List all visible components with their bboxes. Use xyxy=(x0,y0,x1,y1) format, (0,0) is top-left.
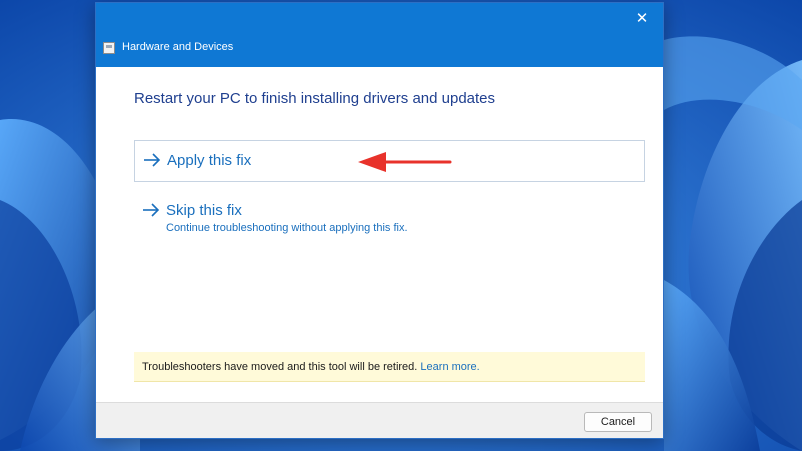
apply-fix-label: Apply this fix xyxy=(167,152,252,169)
title-bar[interactable]: Hardware and Devices ✕ xyxy=(96,3,663,67)
dialog-footer: Cancel xyxy=(96,402,663,438)
troubleshooter-dialog: Hardware and Devices ✕ Restart your PC t… xyxy=(95,2,664,439)
skip-fix-description: Continue troubleshooting without applyin… xyxy=(166,222,408,234)
retirement-notice: Troubleshooters have moved and this tool… xyxy=(134,352,645,382)
notice-text-wrapper: Troubleshooters have moved and this tool… xyxy=(142,361,480,373)
red-pointer-arrow-icon xyxy=(358,152,452,172)
arrow-right-icon xyxy=(144,153,161,167)
notice-message: Troubleshooters have moved and this tool… xyxy=(142,361,418,373)
skip-fix-label: Skip this fix xyxy=(166,202,242,219)
skip-fix-option[interactable]: Skip this fix Continue troubleshooting w… xyxy=(134,197,645,239)
learn-more-link[interactable]: Learn more. xyxy=(420,361,479,373)
cancel-button[interactable]: Cancel xyxy=(584,412,652,432)
desktop: Hardware and Devices ✕ Restart your PC t… xyxy=(0,0,802,451)
page-heading: Restart your PC to finish installing dri… xyxy=(134,90,496,107)
arrow-right-icon xyxy=(143,203,160,217)
close-button[interactable]: ✕ xyxy=(627,6,657,32)
window-title: Hardware and Devices xyxy=(122,41,234,53)
hardware-window-icon xyxy=(103,42,115,54)
